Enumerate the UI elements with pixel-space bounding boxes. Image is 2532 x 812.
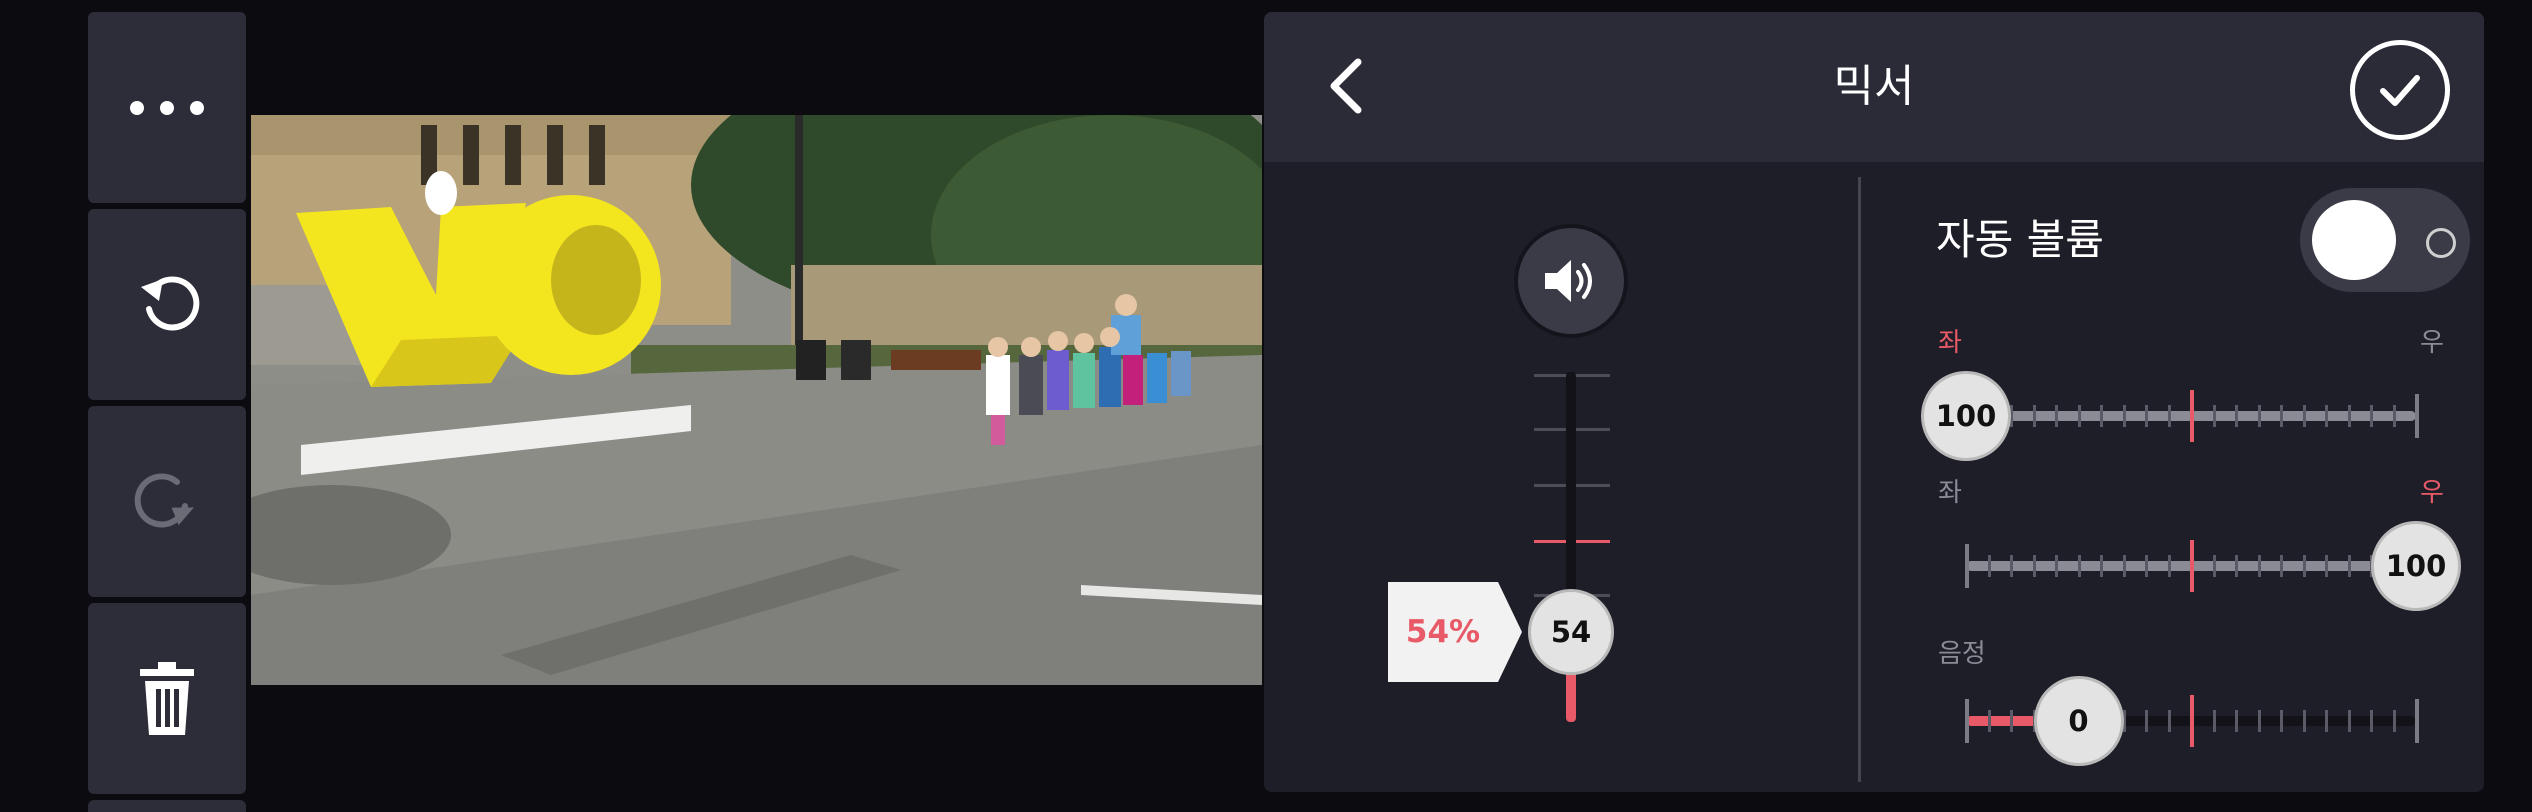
column-divider [1858,177,1861,782]
mute-button[interactable] [1514,224,1628,338]
balance1-left-label: 좌 [1938,328,1962,358]
pitch-tick [2010,710,2013,732]
balance2-tick [2280,555,2283,577]
balance2-left-label: 좌 [1938,478,1962,508]
redo-icon [134,472,194,527]
pitch-tick [2325,710,2328,732]
balance2-tick [2302,555,2306,577]
pitch-tick [2370,710,2373,732]
balance1-tick [2032,405,2036,427]
balance1-tick [2235,405,2238,427]
pitch-tick [2302,710,2306,732]
mixer-panel: 믹서 54% 54 자동 볼륨 좌 우 좌 우 음정 100 100 0 [1264,12,2484,792]
balance2-tick [2100,555,2103,577]
pitch-tick [2347,710,2351,732]
pitch-tick [1965,699,1969,743]
balance2-tick [1987,555,1991,577]
balance2-right-label: 우 [2420,478,2444,508]
balance1-tick [2415,394,2419,438]
toolbar-extra-button[interactable] [88,800,246,812]
balance2-tick [2010,555,2013,577]
balance2-tick [1965,544,1969,588]
volume-percent-tag: 54% [1388,582,1522,682]
balance2-tick [2325,555,2328,577]
balance2-knob[interactable]: 100 [2371,521,2461,611]
toggle-off-icon [2426,228,2456,258]
panel-title: 믹서 [1833,61,1915,112]
auto-volume-label: 자동 볼륨 [1936,215,2104,264]
balance2-tick [2145,555,2148,577]
pitch-tick [2392,710,2396,732]
pitch-tick [2212,710,2216,732]
pitch-tick [2415,699,2419,743]
balance2-tick [2347,555,2351,577]
pitch-tick [2190,695,2194,747]
balance1-tick [2167,405,2171,427]
balance1-tick [2370,405,2373,427]
balance2-tick [2032,555,2036,577]
check-icon [2380,75,2420,106]
undo-icon [141,275,200,330]
back-button[interactable] [1318,56,1378,116]
balance1-tick [2100,405,2103,427]
balance1-tick [2302,405,2306,427]
pitch-tick [1987,710,1991,732]
delete-button[interactable] [88,603,246,794]
toggle-knob [2312,200,2396,280]
balance1-tick [2055,405,2058,427]
more-icon [130,100,204,115]
balance1-tick [2122,405,2126,427]
editor-toolbar [88,12,246,812]
balance2-tick [2212,555,2216,577]
balance1-tick [2077,405,2081,427]
balance1-knob[interactable]: 100 [1921,371,2011,461]
pitch-tick [2257,710,2261,732]
balance2-tick [2167,555,2171,577]
balance2-tick [2077,555,2081,577]
pitch-tick [2167,710,2171,732]
balance1-tick [2257,405,2261,427]
redo-button[interactable] [88,406,246,597]
balance1-tick [2145,405,2148,427]
pitch-knob[interactable]: 0 [2033,676,2124,766]
pitch-tick [2280,710,2283,732]
pitch-tick [2145,710,2148,732]
volume-percent: 54% [1405,614,1481,650]
confirm-button[interactable] [2350,40,2450,140]
video-preview[interactable] [251,115,1262,685]
balance1-tick [2190,390,2194,442]
balance1-tick [2280,405,2283,427]
mixer-header: 믹서 [1264,12,2484,162]
pitch-label: 음정 [1938,639,1986,669]
balance2-tick [2055,555,2058,577]
balance1-tick [2347,405,2351,427]
balance1-right-label: 우 [2420,328,2444,358]
app-screen: 믹서 54% 54 자동 볼륨 좌 우 좌 우 음정 100 100 0 [0,0,2532,812]
back-icon [1330,58,1362,114]
volume-knob[interactable]: 54 [1528,589,1614,675]
pitch-tick [2235,710,2238,732]
balance1-tick [2325,405,2328,427]
speaker-icon [1545,260,1592,302]
auto-volume-toggle[interactable] [2300,188,2470,292]
balance2-tick [2190,540,2194,592]
more-button[interactable] [88,12,246,203]
video-frame [251,115,1262,685]
balance1-tick [2212,405,2216,427]
balance2-tick [2257,555,2261,577]
balance2-tick [2235,555,2238,577]
trash-icon [140,661,194,735]
balance2-tick [2122,555,2126,577]
balance1-tick [2392,405,2396,427]
undo-button[interactable] [88,209,246,400]
